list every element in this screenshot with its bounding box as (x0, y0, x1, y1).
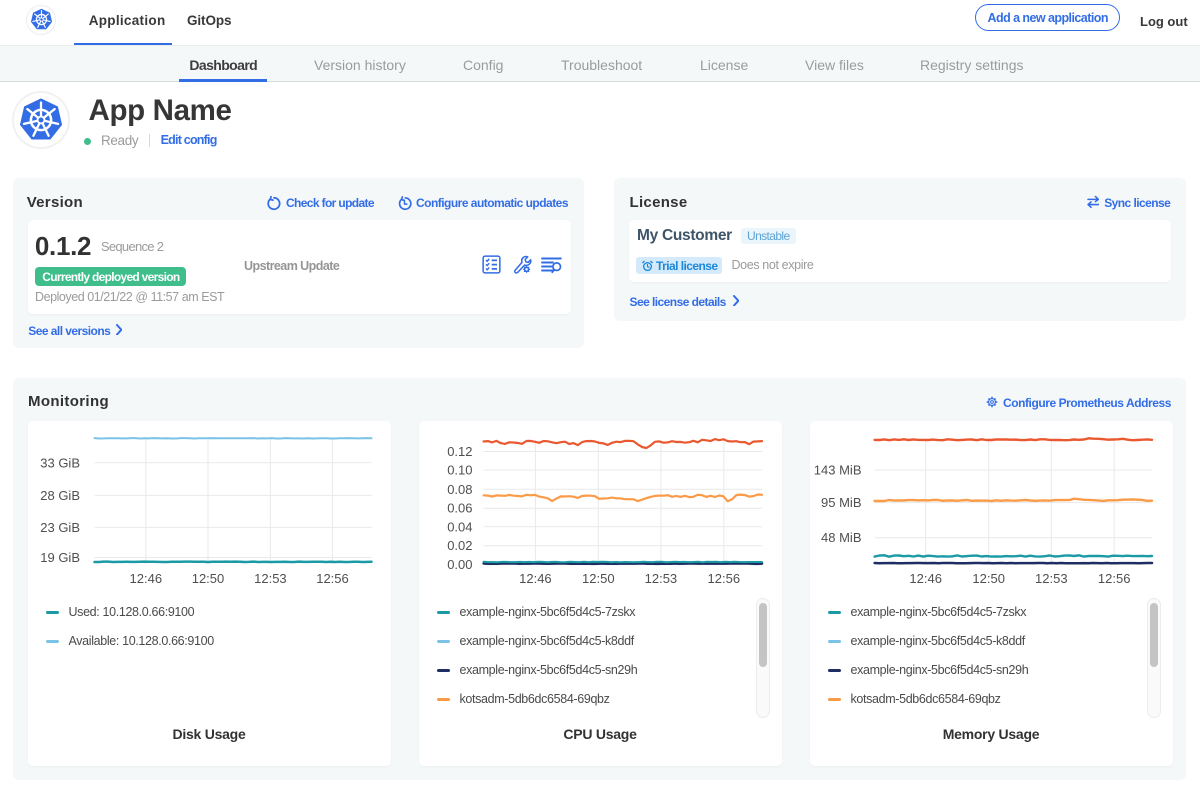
svg-text:48 MiB: 48 MiB (821, 530, 861, 545)
svg-text:95 MiB: 95 MiB (821, 495, 861, 510)
svg-text:12:56: 12:56 (1097, 571, 1130, 586)
svg-text:0.10: 0.10 (447, 462, 472, 477)
svg-text:12:46: 12:46 (519, 571, 552, 586)
svg-text:28 GiB: 28 GiB (40, 487, 80, 502)
svg-text:0.00: 0.00 (447, 557, 472, 572)
svg-text:0.04: 0.04 (447, 519, 472, 534)
svg-text:12:53: 12:53 (1035, 571, 1068, 586)
svg-text:12:56: 12:56 (707, 571, 740, 586)
svg-text:12:53: 12:53 (644, 571, 677, 586)
svg-text:12:46: 12:46 (909, 571, 942, 586)
svg-text:23 GiB: 23 GiB (40, 519, 80, 534)
svg-text:0.06: 0.06 (447, 500, 472, 515)
svg-text:143 MiB: 143 MiB (813, 462, 861, 477)
svg-text:0.08: 0.08 (447, 481, 472, 496)
svg-text:0.02: 0.02 (447, 538, 472, 553)
svg-text:12:53: 12:53 (254, 571, 287, 586)
svg-text:12:50: 12:50 (582, 571, 615, 586)
svg-text:12:56: 12:56 (316, 571, 349, 586)
svg-text:33 GiB: 33 GiB (40, 455, 80, 470)
svg-text:12:50: 12:50 (972, 571, 1005, 586)
svg-text:19 GiB: 19 GiB (40, 550, 80, 565)
svg-text:12:50: 12:50 (191, 571, 224, 586)
svg-text:0.12: 0.12 (447, 444, 472, 459)
svg-text:12:46: 12:46 (129, 571, 162, 586)
